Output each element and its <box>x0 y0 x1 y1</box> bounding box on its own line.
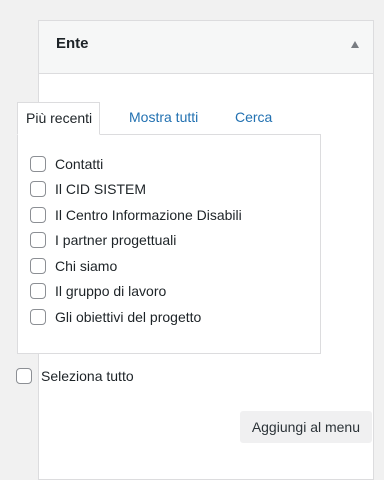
item-list: Contatti Il CID SISTEM Il Centro Informa… <box>30 151 242 330</box>
list-item[interactable]: Chi siamo <box>30 253 242 279</box>
item-label: Il CID SISTEM <box>55 181 147 198</box>
tab-show-all[interactable]: Mostra tutti <box>129 102 198 134</box>
item-label: Chi siamo <box>55 257 118 274</box>
toggle-arrow-icon[interactable] <box>351 41 359 48</box>
tabs: Più recenti Mostra tutti Cerca <box>17 102 321 135</box>
item-label: Gli obiettivi del progetto <box>55 308 202 325</box>
item-checkbox[interactable] <box>30 308 46 325</box>
item-checkbox[interactable] <box>30 206 46 223</box>
select-all-checkbox[interactable] <box>16 368 32 384</box>
list-item[interactable]: Il Centro Informazione Disabili <box>30 202 242 228</box>
item-checkbox[interactable] <box>30 155 46 172</box>
item-checkbox[interactable] <box>30 181 46 198</box>
item-label: I partner progettuali <box>55 232 177 249</box>
list-item[interactable]: Il CID SISTEM <box>30 177 242 203</box>
tab-search[interactable]: Cerca <box>235 102 272 134</box>
item-checkbox[interactable] <box>30 283 46 300</box>
list-item[interactable]: Contatti <box>30 151 242 177</box>
item-checkbox[interactable] <box>30 257 46 274</box>
item-label: Contatti <box>55 155 104 172</box>
metabox-header[interactable]: Ente <box>39 21 373 74</box>
tab-recent[interactable]: Più recenti <box>17 102 101 135</box>
list-item[interactable]: Il gruppo di lavoro <box>30 279 242 305</box>
item-checkbox[interactable] <box>30 232 46 249</box>
item-label: Il gruppo di lavoro <box>55 283 167 300</box>
metabox-title: Ente <box>56 35 89 52</box>
list-item[interactable]: I partner progettuali <box>30 228 242 254</box>
select-all[interactable]: Seleziona tutto <box>16 368 134 384</box>
add-to-menu-button[interactable]: Aggiungi al menu <box>239 411 372 443</box>
item-label: Il Centro Informazione Disabili <box>55 206 242 223</box>
tab-panel-recent: Contatti Il CID SISTEM Il Centro Informa… <box>17 134 321 354</box>
list-item[interactable]: Gli obiettivi del progetto <box>30 304 242 330</box>
select-all-label: Seleziona tutto <box>41 368 134 384</box>
